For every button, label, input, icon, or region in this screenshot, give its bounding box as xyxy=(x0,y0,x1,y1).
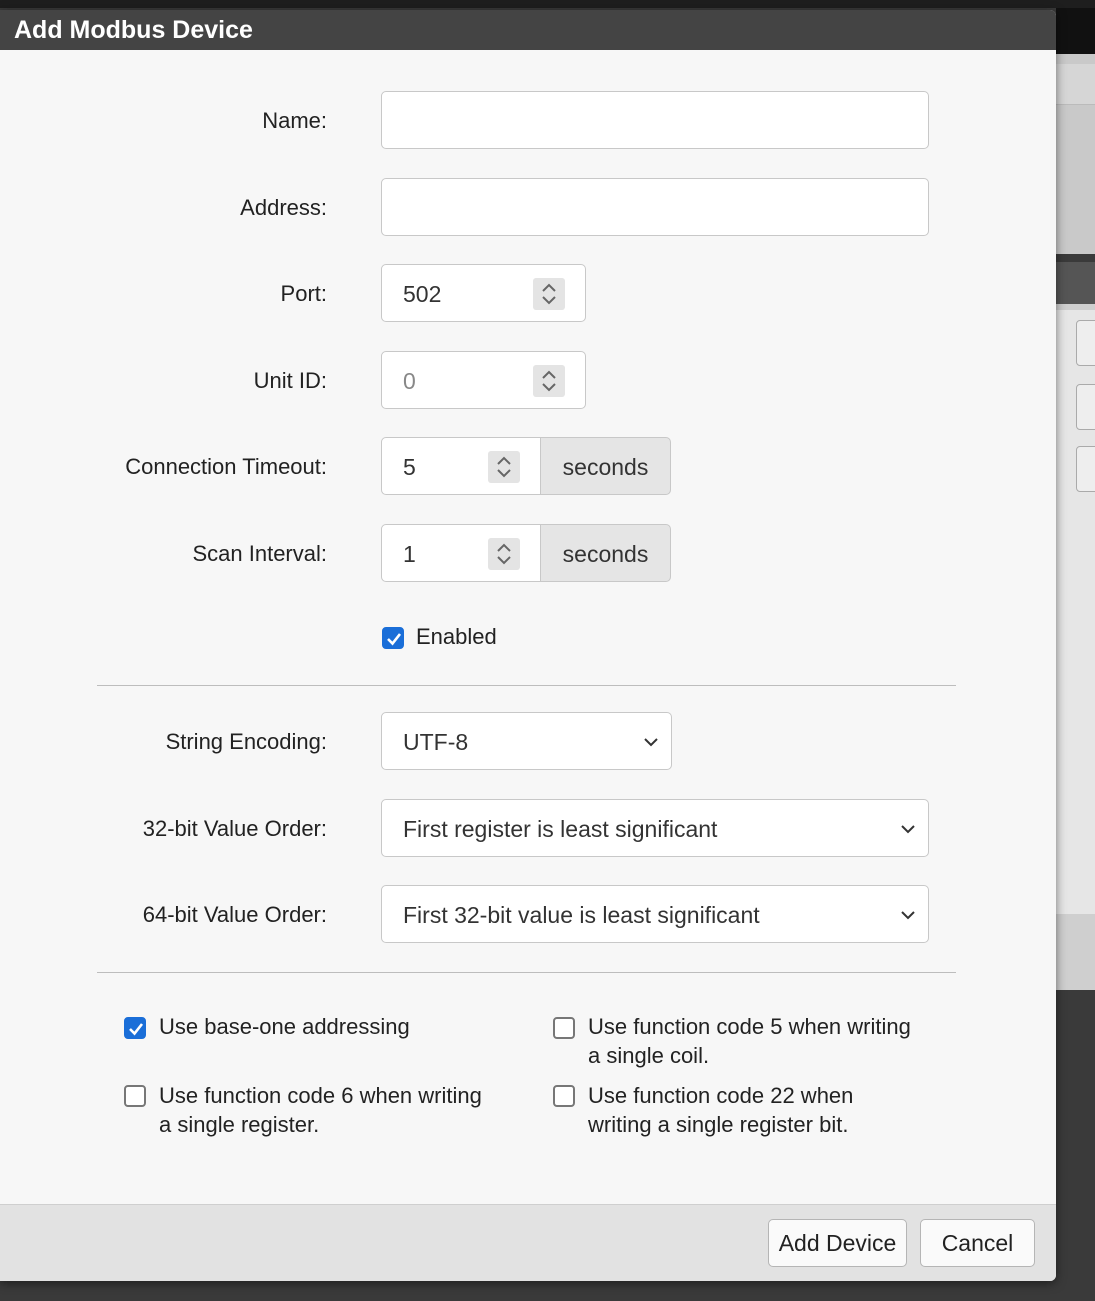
fc5-label-line2: a single coil. xyxy=(588,1043,710,1068)
string-encoding-label: String Encoding: xyxy=(165,729,327,754)
address-row: Address: xyxy=(0,178,1056,238)
fc5-label[interactable]: Use function code 5 when writing a singl… xyxy=(588,1012,911,1070)
order-64-value: First 32-bit value is least significant xyxy=(403,902,760,928)
order-32-select[interactable]: First register is least significant xyxy=(381,799,929,857)
spinner-arrows-icon xyxy=(542,370,556,392)
order-64-label: 64-bit Value Order: xyxy=(142,902,327,927)
scan-interval-input[interactable]: 1 xyxy=(381,524,541,582)
fc5-checkbox[interactable] xyxy=(553,1017,575,1039)
name-row: Name: xyxy=(0,91,1056,151)
scan-interval-row: Scan Interval: 1 seconds xyxy=(0,524,1056,584)
connection-timeout-row: Connection Timeout: 5 seconds xyxy=(0,437,1056,497)
unit-id-placeholder: 0 xyxy=(403,368,416,394)
port-input[interactable]: 502 xyxy=(381,264,586,322)
order-32-label: 32-bit Value Order: xyxy=(142,816,327,841)
chevron-down-icon xyxy=(901,911,915,920)
fc6-label-line1: Use function code 6 when writing xyxy=(159,1083,482,1108)
scan-interval-group: 1 seconds xyxy=(381,524,671,582)
fc22-checkbox[interactable] xyxy=(553,1085,575,1107)
order-64-select[interactable]: First 32-bit value is least significant xyxy=(381,885,929,943)
fc22-label[interactable]: Use function code 22 when writing a sing… xyxy=(588,1081,853,1139)
fc6-label[interactable]: Use function code 6 when writing a singl… xyxy=(159,1081,482,1139)
string-encoding-select[interactable]: UTF-8 xyxy=(381,712,672,770)
address-input[interactable] xyxy=(381,178,929,236)
name-input[interactable] xyxy=(381,91,929,149)
chevron-down-icon xyxy=(901,825,915,834)
scan-interval-label: Scan Interval: xyxy=(192,541,327,566)
spinner-arrows-icon xyxy=(497,456,511,478)
fc22-label-line1: Use function code 22 when xyxy=(588,1083,854,1108)
background-strip xyxy=(1056,8,1095,54)
name-label: Name: xyxy=(262,108,327,133)
connection-timeout-group: 5 seconds xyxy=(381,437,671,495)
unit-id-input[interactable]: 0 xyxy=(381,351,586,409)
background-app-bar xyxy=(0,0,1095,8)
spinner-arrows-icon xyxy=(542,283,556,305)
string-encoding-row: String Encoding: UTF-8 xyxy=(0,712,1056,772)
dialog-footer: Add Device Cancel xyxy=(0,1204,1056,1281)
connection-timeout-input[interactable]: 5 xyxy=(381,437,541,495)
order-64-row: 64-bit Value Order: First 32-bit value i… xyxy=(0,885,1056,945)
scan-interval-spinner[interactable] xyxy=(488,538,520,570)
dialog-title: Add Modbus Device xyxy=(0,10,1056,50)
chevron-down-icon xyxy=(644,738,658,747)
spinner-arrows-icon xyxy=(497,543,511,565)
order-32-row: 32-bit Value Order: First register is le… xyxy=(0,799,1056,859)
connection-timeout-spinner[interactable] xyxy=(488,451,520,483)
order-32-value: First register is least significant xyxy=(403,816,718,842)
unit-id-label: Unit ID: xyxy=(253,368,327,393)
checkmark-icon xyxy=(387,633,402,646)
port-value: 502 xyxy=(403,281,442,307)
fc5-label-line1: Use function code 5 when writing xyxy=(588,1014,911,1039)
connection-timeout-label: Connection Timeout: xyxy=(125,454,327,479)
add-device-button[interactable]: Add Device xyxy=(768,1219,907,1267)
connection-timeout-value: 5 xyxy=(403,454,416,480)
scan-interval-value: 1 xyxy=(403,541,416,567)
base-one-label-line1: Use base-one addressing xyxy=(159,1014,410,1039)
port-row: Port: 502 xyxy=(0,264,1056,324)
section-divider xyxy=(97,972,956,973)
enabled-checkbox[interactable] xyxy=(382,627,404,649)
checkmark-icon xyxy=(129,1023,144,1036)
unit-id-spinner[interactable] xyxy=(533,365,565,397)
scan-interval-unit: seconds xyxy=(540,524,671,582)
port-spinner[interactable] xyxy=(533,278,565,310)
base-one-checkbox[interactable] xyxy=(124,1017,146,1039)
background-panel-2 xyxy=(1056,262,1095,990)
port-label: Port: xyxy=(280,281,327,306)
section-divider xyxy=(97,685,956,686)
enabled-label[interactable]: Enabled xyxy=(416,622,497,651)
fc6-checkbox[interactable] xyxy=(124,1085,146,1107)
connection-timeout-unit: seconds xyxy=(540,437,671,495)
string-encoding-value: UTF-8 xyxy=(403,729,469,755)
cancel-button[interactable]: Cancel xyxy=(920,1219,1035,1267)
address-label: Address: xyxy=(240,195,327,220)
base-one-label[interactable]: Use base-one addressing xyxy=(159,1012,410,1041)
fc6-label-line2: a single register. xyxy=(159,1112,320,1137)
background-panel xyxy=(1056,54,1095,254)
add-modbus-device-dialog: Add Modbus Device Name: Address: Port: 5… xyxy=(0,10,1056,1281)
fc22-label-line2: writing a single register bit. xyxy=(588,1112,849,1137)
unit-id-row: Unit ID: 0 xyxy=(0,351,1056,411)
